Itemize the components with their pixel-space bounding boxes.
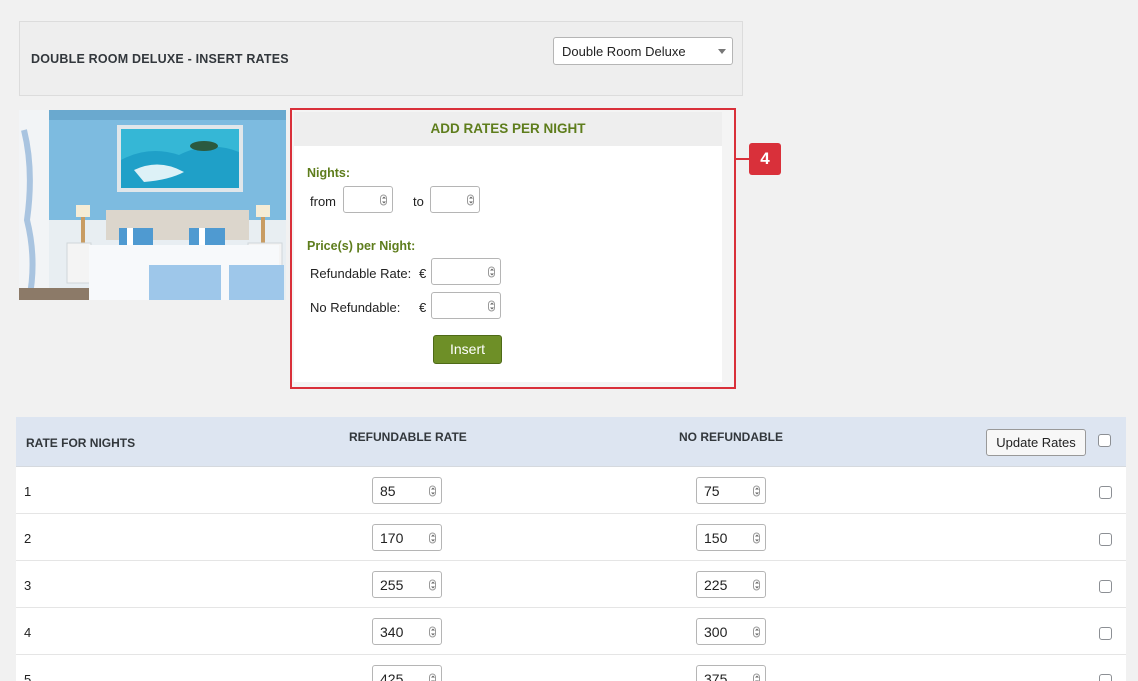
refundable-rate-value: 340 <box>380 624 404 640</box>
row-checkbox[interactable] <box>1099 486 1112 499</box>
no-refundable-value: 375 <box>704 671 728 681</box>
spinner-icon[interactable] <box>488 300 495 311</box>
currency-symbol: € <box>419 300 427 315</box>
chevron-down-icon <box>718 49 726 54</box>
no-refundable-input[interactable]: 150 <box>696 524 766 551</box>
no-refundable-input[interactable]: 225 <box>696 571 766 598</box>
refundable-rate-value: 170 <box>380 530 404 546</box>
no-refundable-value: 300 <box>704 624 728 640</box>
refundable-rate-input[interactable]: 340 <box>372 618 442 645</box>
callout-badge: 4 <box>749 143 781 175</box>
no-refundable-value: 225 <box>704 577 728 593</box>
room-select[interactable]: Double Room Deluxe <box>553 37 733 65</box>
spinner-icon[interactable] <box>753 579 760 590</box>
room-photo-illustration <box>19 110 286 300</box>
spinner-icon[interactable] <box>488 266 495 277</box>
refundable-label: Refundable Rate: <box>310 266 412 281</box>
refundable-rate-input[interactable]: 170 <box>372 524 442 551</box>
spinner-icon[interactable] <box>429 532 436 543</box>
row-checkbox[interactable] <box>1099 533 1112 546</box>
no-refundable-input[interactable] <box>431 292 501 319</box>
row-nights: 4 <box>24 625 32 640</box>
table-row: 2 170 150 <box>16 514 1126 561</box>
header-refundable: REFUNDABLE RATE <box>349 430 467 444</box>
table-header: RATE FOR NIGHTS REFUNDABLE RATE NO REFUN… <box>16 417 1126 467</box>
refundable-rate-input[interactable] <box>431 258 501 285</box>
row-nights: 2 <box>24 531 32 546</box>
spinner-icon[interactable] <box>753 532 760 543</box>
spinner-icon[interactable] <box>753 485 760 496</box>
room-photo <box>19 110 286 300</box>
refundable-rate-input[interactable]: 425 <box>372 665 442 681</box>
room-select-value: Double Room Deluxe <box>562 44 686 59</box>
spinner-icon[interactable] <box>429 485 436 496</box>
spinner-icon[interactable] <box>429 673 436 681</box>
nights-label: Nights: <box>307 166 351 180</box>
spinner-icon[interactable] <box>429 626 436 637</box>
refundable-rate-value: 85 <box>380 483 396 499</box>
add-rates-panel: ADD RATES PER NIGHT Nights: from to Pric… <box>290 108 736 389</box>
spinner-icon[interactable] <box>429 579 436 590</box>
no-refundable-label: No Refundable: <box>310 300 401 315</box>
row-nights: 1 <box>24 484 32 499</box>
spinner-icon[interactable] <box>467 194 474 205</box>
refundable-rate-input[interactable]: 255 <box>372 571 442 598</box>
table-row: 5 425 375 <box>16 655 1126 681</box>
nights-to-input[interactable] <box>430 186 480 213</box>
table-row: 1 85 75 <box>16 467 1126 514</box>
to-label: to <box>413 194 424 209</box>
callout-connector <box>736 158 749 160</box>
nights-from-input[interactable] <box>343 186 393 213</box>
spinner-icon[interactable] <box>753 673 760 681</box>
header-no-refundable: NO REFUNDABLE <box>679 430 783 444</box>
update-rates-button[interactable]: Update Rates <box>986 429 1086 456</box>
row-nights: 3 <box>24 578 32 593</box>
spinner-icon[interactable] <box>380 194 387 205</box>
insert-button[interactable]: Insert <box>433 335 502 364</box>
rates-table: RATE FOR NIGHTS REFUNDABLE RATE NO REFUN… <box>16 417 1126 681</box>
currency-symbol: € <box>419 266 427 281</box>
select-all-checkbox[interactable] <box>1098 434 1111 447</box>
no-refundable-input[interactable]: 375 <box>696 665 766 681</box>
refundable-rate-value: 425 <box>380 671 404 681</box>
table-row: 3 255 225 <box>16 561 1126 608</box>
add-rates-title: ADD RATES PER NIGHT <box>294 112 722 146</box>
no-refundable-value: 150 <box>704 530 728 546</box>
no-refundable-input[interactable]: 75 <box>696 477 766 504</box>
page-title: DOUBLE ROOM DELUXE - INSERT RATES <box>31 52 289 66</box>
table-row: 4 340 300 <box>16 608 1126 655</box>
refundable-rate-input[interactable]: 85 <box>372 477 442 504</box>
no-refundable-input[interactable]: 300 <box>696 618 766 645</box>
room-header: DOUBLE ROOM DELUXE - INSERT RATES Double… <box>19 21 743 96</box>
no-refundable-value: 75 <box>704 483 720 499</box>
prices-label: Price(s) per Night: <box>307 239 416 253</box>
row-checkbox[interactable] <box>1099 674 1112 681</box>
row-nights: 5 <box>24 672 32 681</box>
from-label: from <box>310 194 336 209</box>
add-rates-form: ADD RATES PER NIGHT Nights: from to Pric… <box>294 112 722 382</box>
row-checkbox[interactable] <box>1099 627 1112 640</box>
header-nights: RATE FOR NIGHTS <box>26 436 136 450</box>
row-checkbox[interactable] <box>1099 580 1112 593</box>
spinner-icon[interactable] <box>753 626 760 637</box>
refundable-rate-value: 255 <box>380 577 404 593</box>
